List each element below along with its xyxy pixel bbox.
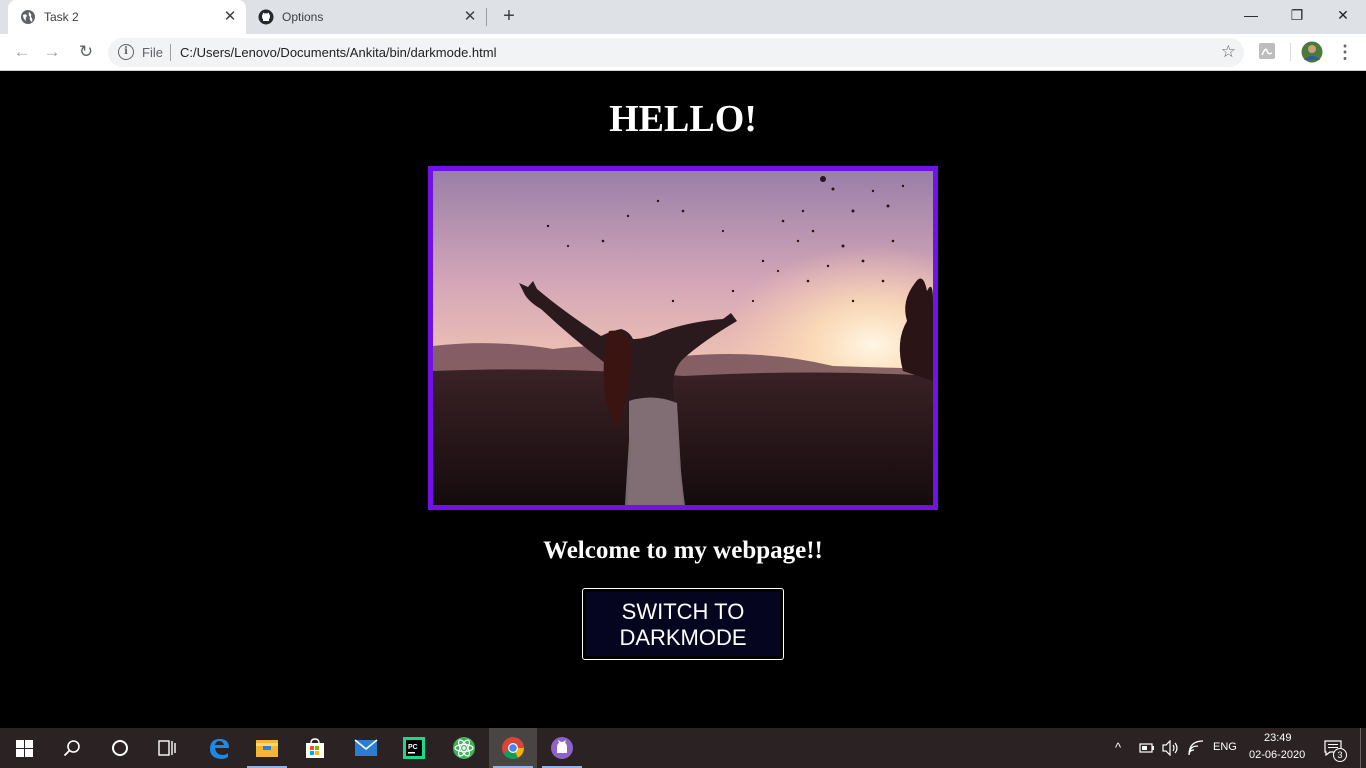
reload-button[interactable]: ↻ bbox=[74, 40, 98, 64]
cortana-icon bbox=[112, 740, 128, 756]
button-label: SWITCH TO DARKMODE bbox=[586, 592, 780, 656]
girl-silhouette-sunset-photo bbox=[433, 171, 933, 505]
atom-icon bbox=[453, 737, 475, 759]
page-heading: HELLO! bbox=[609, 98, 757, 140]
file-explorer-button[interactable] bbox=[243, 728, 291, 768]
github-desktop-icon bbox=[551, 737, 573, 759]
edge-button[interactable] bbox=[195, 728, 243, 768]
welcome-text: Welcome to my webpage!! bbox=[543, 537, 823, 564]
scheme-label: File bbox=[142, 45, 163, 60]
omnibox-divider bbox=[170, 44, 171, 61]
search-button[interactable] bbox=[48, 728, 96, 768]
task-view-icon bbox=[158, 740, 176, 756]
close-tab-icon[interactable]: ✕ bbox=[462, 9, 478, 25]
store-button[interactable] bbox=[291, 728, 339, 768]
info-icon[interactable]: i bbox=[118, 44, 134, 60]
browser-toolbar: ← → ↻ i File C:/Users/Lenovo/Documents/A… bbox=[0, 34, 1366, 71]
svg-text:PC: PC bbox=[408, 744, 418, 751]
mail-button[interactable] bbox=[342, 728, 390, 768]
edge-icon bbox=[210, 739, 229, 759]
forward-button[interactable]: → bbox=[40, 40, 64, 64]
atom-button[interactable] bbox=[440, 728, 488, 768]
github-icon bbox=[258, 9, 274, 25]
button-label-line-1: SWITCH TO bbox=[621, 599, 745, 624]
address-bar[interactable]: i File C:/Users/Lenovo/Documents/Ankita/… bbox=[108, 38, 1244, 67]
restore-button[interactable]: ❐ bbox=[1274, 4, 1320, 28]
tab-title: Options bbox=[282, 10, 324, 24]
webpage: HELLO! Welcome to my webpage!! SWITCH TO… bbox=[0, 71, 1366, 728]
file-explorer-icon bbox=[256, 740, 278, 757]
clock-date[interactable]: 02-06-2020 bbox=[1249, 749, 1305, 761]
battery-icon[interactable] bbox=[1139, 742, 1155, 754]
pdf-extension-icon[interactable] bbox=[1258, 42, 1276, 60]
store-icon bbox=[306, 738, 324, 758]
button-label-line-2: DARKMODE bbox=[619, 625, 747, 650]
search-icon bbox=[63, 740, 80, 757]
tab-title: Task 2 bbox=[44, 10, 79, 24]
language-indicator[interactable]: ENG bbox=[1213, 741, 1237, 753]
bookmark-star-icon[interactable]: ☆ bbox=[1221, 42, 1236, 62]
show-hidden-icons[interactable]: ^ bbox=[1115, 740, 1121, 755]
toolbar-divider bbox=[1290, 43, 1291, 61]
wifi-icon[interactable] bbox=[1188, 740, 1204, 756]
show-desktop-button[interactable] bbox=[1360, 728, 1361, 768]
cortana-button[interactable] bbox=[96, 728, 144, 768]
start-button[interactable] bbox=[0, 728, 48, 768]
pycharm-icon: PC bbox=[403, 737, 425, 759]
back-button[interactable]: ← bbox=[10, 40, 34, 64]
photo-frame bbox=[428, 166, 938, 510]
tab-strip: Task 2 ✕ Options ✕ + — ❐ ✕ bbox=[0, 0, 1366, 34]
task-view-button[interactable] bbox=[144, 728, 192, 768]
windows-taskbar: PC ^ ENG 23:49 02-06-2020 3 bbox=[0, 728, 1366, 768]
clock-time[interactable]: 23:49 bbox=[1264, 732, 1292, 744]
tab-separator bbox=[486, 8, 487, 26]
pycharm-button[interactable]: PC bbox=[390, 728, 438, 768]
profile-avatar[interactable] bbox=[1301, 41, 1323, 63]
chrome-menu-icon[interactable]: ⋮ bbox=[1336, 40, 1354, 64]
globe-icon bbox=[21, 10, 35, 24]
start-icon bbox=[15, 739, 33, 757]
close-window-button[interactable]: ✕ bbox=[1320, 4, 1366, 28]
notification-count-badge: 3 bbox=[1333, 748, 1347, 762]
switch-to-darkmode-button[interactable]: SWITCH TO DARKMODE bbox=[582, 588, 784, 660]
close-tab-icon[interactable]: ✕ bbox=[222, 9, 238, 25]
minimize-button[interactable]: — bbox=[1228, 4, 1274, 28]
github-desktop-button[interactable] bbox=[538, 728, 586, 768]
chrome-icon bbox=[502, 737, 524, 759]
volume-icon[interactable] bbox=[1162, 740, 1180, 756]
url-text[interactable]: C:/Users/Lenovo/Documents/Ankita/bin/dar… bbox=[180, 45, 496, 60]
new-tab-button[interactable]: + bbox=[498, 6, 520, 28]
tab-options[interactable]: Options ✕ bbox=[246, 0, 486, 34]
chrome-button[interactable] bbox=[489, 728, 537, 768]
mail-icon bbox=[354, 739, 378, 756]
tab-task-2[interactable]: Task 2 ✕ bbox=[8, 0, 246, 34]
